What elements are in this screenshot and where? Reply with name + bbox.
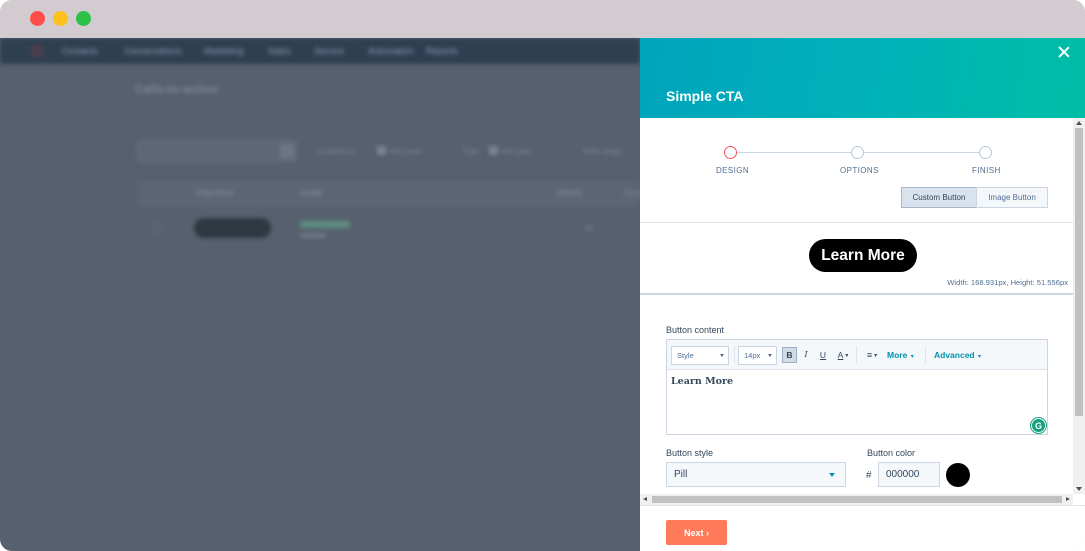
- next-button[interactable]: Next ›: [666, 520, 727, 545]
- bg-cta-thumbnail: [194, 218, 271, 238]
- bg-filter-checkbox: [377, 146, 386, 155]
- chevron-down-icon: ▾: [845, 352, 849, 359]
- maximize-window-button[interactable]: [76, 11, 91, 26]
- editor-toolbar: Style 14px B I U A ▾ ≡ ▾ More ▾ Advanced…: [667, 340, 1047, 370]
- cta-config-form: Button content Style 14px B I U A ▾ ≡ ▾ …: [640, 295, 1073, 495]
- window-titlebar: [0, 0, 1085, 38]
- underline-button[interactable]: U: [817, 347, 829, 363]
- bg-table-column: CLICKS: [624, 189, 640, 198]
- panel-header: Simple CTA: [640, 38, 1085, 118]
- scroll-right-icon[interactable]: [1066, 497, 1070, 501]
- button-content-label: Button content: [666, 325, 725, 335]
- style-dropdown-value: Style: [677, 351, 694, 360]
- horizontal-scroll-thumb[interactable]: [652, 496, 1062, 503]
- step-finish-label: FINISH: [972, 166, 1001, 175]
- background-app-overlay: Contacts Conversations Marketing Sales S…: [0, 38, 640, 551]
- rich-text-editor[interactable]: Style 14px B I U A ▾ ≡ ▾ More ▾ Advanced…: [666, 339, 1048, 435]
- bg-filter-value: All types: [502, 147, 533, 156]
- background-top-nav: Contacts Conversations Marketing Sales S…: [0, 38, 640, 64]
- bg-filter-value: Any user: [390, 147, 422, 156]
- bg-nav-item: Conversations: [124, 46, 182, 56]
- bg-table-column: NAME: [300, 189, 324, 198]
- bg-nav-item: Contacts: [62, 46, 98, 56]
- more-label: More: [887, 350, 908, 360]
- simple-cta-panel: Simple CTA DESIGN OPTIONS FINISH Custom …: [640, 38, 1085, 551]
- image-button-tab[interactable]: Image Button: [976, 187, 1048, 208]
- button-style-select[interactable]: Pill: [666, 462, 846, 487]
- bg-filter-label: Date range: [583, 147, 623, 156]
- bg-table-column: VIEWS: [556, 189, 582, 198]
- text-color-button[interactable]: A ▾: [833, 347, 853, 363]
- more-dropdown[interactable]: More ▾: [887, 350, 914, 360]
- bg-cta-meta: [300, 233, 326, 238]
- browser-window: Contacts Conversations Marketing Sales S…: [0, 0, 1085, 551]
- button-style-value: Pill: [674, 469, 688, 480]
- step-design-circle[interactable]: [724, 146, 737, 159]
- chevron-down-icon: ▾: [910, 354, 914, 360]
- close-window-button[interactable]: [30, 11, 45, 26]
- font-size-dropdown[interactable]: 14px: [738, 346, 777, 365]
- cta-preview-button: Learn More: [809, 239, 917, 272]
- align-dropdown[interactable]: ≡ ▾: [862, 347, 882, 363]
- close-icon[interactable]: [1053, 43, 1075, 65]
- chevron-down-icon: ▾: [978, 354, 982, 360]
- vertical-scrollbar[interactable]: [1073, 118, 1085, 494]
- grammarly-icon[interactable]: G: [1031, 418, 1046, 433]
- bg-cta-name-link: [300, 221, 350, 228]
- bg-filter-label: Created by: [316, 147, 356, 156]
- style-dropdown[interactable]: Style: [671, 346, 729, 365]
- panel-footer: Next ›: [640, 505, 1085, 551]
- step-connector: [864, 152, 985, 153]
- minimize-window-button[interactable]: [53, 11, 68, 26]
- bg-filter-checkbox: [489, 146, 498, 155]
- panel-title: Simple CTA: [666, 88, 744, 104]
- button-color-input[interactable]: 000000: [878, 462, 940, 487]
- bg-page-heading: Calls-to-action: [135, 82, 219, 96]
- bg-cell-views: [586, 226, 592, 230]
- horizontal-scrollbar[interactable]: [640, 494, 1073, 505]
- align-left-icon: ≡: [866, 350, 873, 360]
- bold-button[interactable]: B: [782, 347, 797, 363]
- scroll-up-icon[interactable]: [1076, 121, 1082, 125]
- bg-filter-label: Type: [462, 147, 480, 156]
- bg-nav-item: Automation: [368, 46, 414, 56]
- step-options-label: OPTIONS: [840, 166, 879, 175]
- step-design-label: DESIGN: [716, 166, 750, 175]
- bg-row-checkbox: [153, 224, 162, 233]
- color-swatch[interactable]: [946, 463, 970, 487]
- bg-table-column: PREVIEW: [196, 189, 233, 198]
- chevron-down-icon: [829, 473, 835, 477]
- bg-nav-item: Marketing: [204, 46, 244, 56]
- button-content-text[interactable]: Learn More: [671, 376, 733, 387]
- italic-button[interactable]: I: [800, 347, 812, 363]
- step-options-circle[interactable]: [851, 146, 864, 159]
- toolbar-separator: [925, 346, 926, 364]
- chevron-down-icon: ▾: [874, 352, 878, 359]
- toolbar-separator: [856, 346, 857, 364]
- button-color-label: Button color: [867, 448, 916, 458]
- scroll-down-icon[interactable]: [1076, 487, 1082, 491]
- scroll-left-icon[interactable]: [643, 497, 647, 501]
- bg-nav-item: Reports: [426, 46, 458, 56]
- cta-dimensions: Width: 168.931px, Height: 51.556px: [947, 278, 1068, 287]
- toolbar-separator: [734, 346, 735, 364]
- font-size-value: 14px: [744, 351, 761, 360]
- text-color-icon: A: [837, 350, 844, 360]
- bg-search-icon: [280, 144, 294, 158]
- button-style-label: Button style: [666, 448, 714, 458]
- bg-search-input: [137, 140, 297, 162]
- hubspot-logo-icon: [30, 44, 44, 58]
- chevron-down-icon: [768, 354, 772, 357]
- step-connector: [737, 152, 857, 153]
- cta-preview-area: Learn More Width: 168.931px, Height: 51.…: [640, 223, 1073, 293]
- vertical-scroll-thumb[interactable]: [1075, 128, 1083, 416]
- hex-prefix: #: [866, 470, 872, 481]
- custom-button-tab[interactable]: Custom Button: [901, 187, 977, 208]
- advanced-dropdown[interactable]: Advanced ▾: [934, 350, 981, 360]
- advanced-label: Advanced: [934, 350, 975, 360]
- bg-nav-item: Sales: [268, 46, 291, 56]
- bg-nav-item: Service: [314, 46, 345, 56]
- step-finish-circle[interactable]: [979, 146, 992, 159]
- chevron-down-icon: [720, 354, 724, 357]
